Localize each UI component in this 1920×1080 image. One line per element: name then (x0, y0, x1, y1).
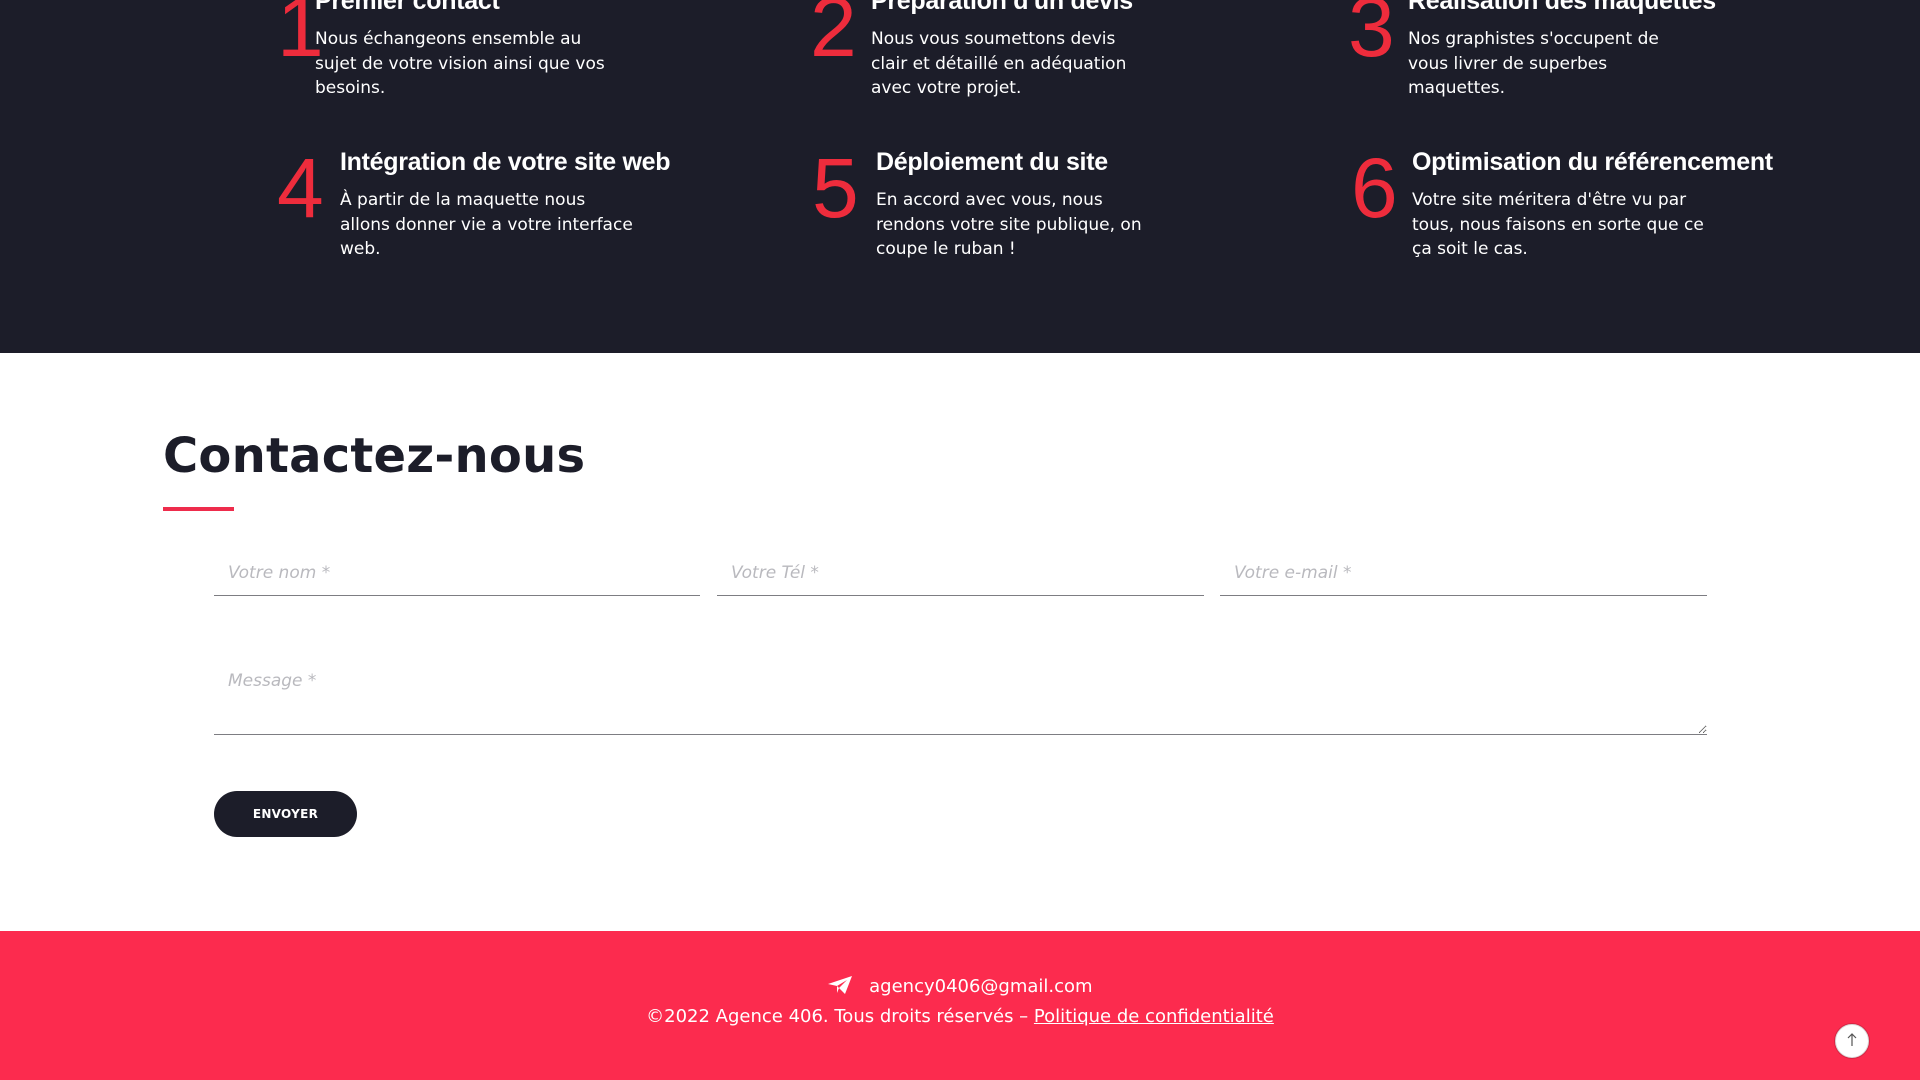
title-underline (163, 507, 234, 511)
footer-email[interactable]: agency0406@gmail.com (869, 976, 1092, 997)
message-textarea[interactable] (214, 653, 1707, 735)
step-description: En accord avec vous, nous rendons votre … (876, 190, 1142, 259)
copyright-text: ©2022 Agence 406. Tous droits réservés – (646, 1006, 1034, 1027)
step-title: Réalisation des maquettes (1408, 0, 1716, 15)
step-title: Optimisation du référencement (1412, 148, 1773, 176)
step-number: 3 (1348, 0, 1395, 74)
step-number: 5 (812, 141, 859, 235)
footer: agency0406@gmail.com ©2022 Agence 406. T… (0, 931, 1920, 1080)
step-description: Nous échangeons ensemble au sujet de vot… (315, 29, 605, 98)
privacy-policy-link[interactable]: Politique de confidentialité (1034, 1006, 1274, 1027)
contact-section: Contactez-nous ENVOYER (0, 353, 1920, 931)
step-number: 6 (1351, 141, 1398, 235)
scroll-to-top-button[interactable] (1835, 1024, 1869, 1058)
step-description: Nous vous soumettons devis clair et déta… (871, 29, 1127, 98)
arrow-up-icon (1846, 1032, 1858, 1051)
contact-title: Contactez-nous (163, 428, 586, 484)
step-description: À partir de la maquette nous allons donn… (340, 190, 633, 259)
email-input[interactable] (1220, 550, 1707, 596)
step-title: Premier contact (315, 0, 500, 15)
footer-email-line: agency0406@gmail.com (0, 975, 1920, 1002)
name-input[interactable] (214, 550, 700, 596)
process-steps-section: 1 Premier contact Nous échangeons ensemb… (0, 0, 1920, 353)
paper-plane-icon (827, 975, 853, 1002)
send-button[interactable]: ENVOYER (214, 791, 357, 837)
step-title: Préparation d'un devis (871, 0, 1133, 15)
step-number: 2 (810, 0, 857, 74)
step-title: Intégration de votre site web (340, 148, 671, 176)
step-description: Nos graphistes s'occupent de vous livrer… (1408, 29, 1659, 98)
step-title: Déploiement du site (876, 148, 1108, 176)
step-description: Votre site méritera d'être vu par tous, … (1412, 190, 1704, 259)
step-number: 4 (277, 141, 324, 235)
phone-input[interactable] (717, 550, 1204, 596)
footer-copyright-line: ©2022 Agence 406. Tous droits réservés –… (0, 1005, 1920, 1029)
